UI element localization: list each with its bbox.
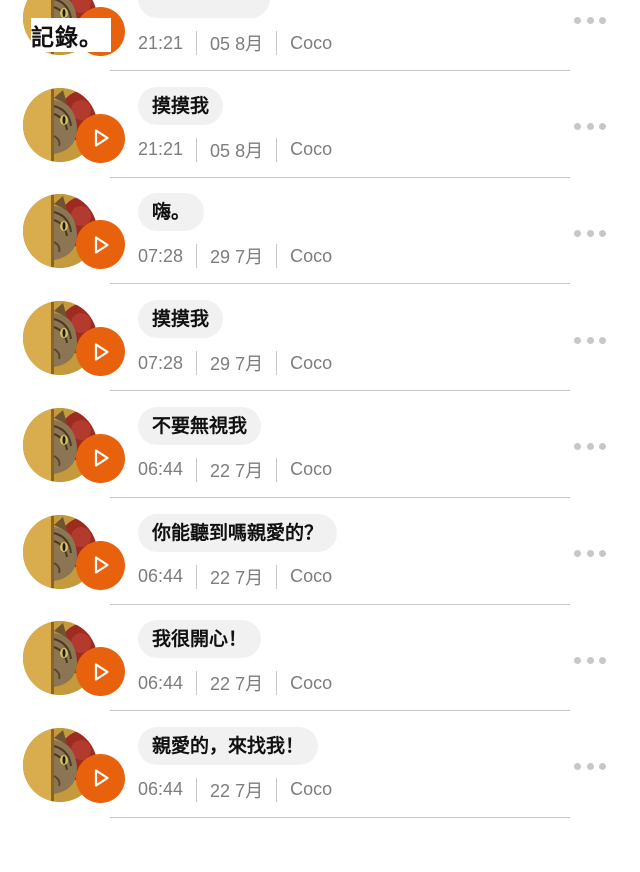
play-icon xyxy=(94,236,109,254)
message-time: 21:21 xyxy=(138,139,184,160)
message-bubble: 我很開心！ xyxy=(138,620,262,659)
message-time: 07:28 xyxy=(138,245,184,266)
meta-divider xyxy=(196,137,198,162)
meta-divider xyxy=(276,457,278,482)
message-date: 29 7月 xyxy=(210,354,264,375)
message-bubble: 不要無視我 xyxy=(138,406,262,445)
message-meta: 07:28 29 7月 Coco xyxy=(138,243,332,269)
more-icon[interactable] xyxy=(574,442,606,452)
play-button[interactable] xyxy=(76,647,125,697)
more-icon[interactable] xyxy=(574,655,606,665)
meta-divider xyxy=(196,671,198,696)
message-sender: Coco xyxy=(290,672,333,693)
more-icon[interactable] xyxy=(574,228,606,238)
more-icon[interactable] xyxy=(574,335,606,345)
message-time: 06:44 xyxy=(138,779,184,800)
meta-divider xyxy=(196,777,198,802)
meta-divider xyxy=(276,564,278,589)
message-meta: 06:44 22 7月 Coco xyxy=(138,777,332,803)
more-icon[interactable] xyxy=(574,549,606,559)
meta-divider xyxy=(196,31,198,55)
message-sender: Coco xyxy=(290,459,333,480)
list-item[interactable]: 我很開心！ 06:44 22 7月 Coco xyxy=(0,593,640,712)
message-date: 22 7月 xyxy=(210,567,264,588)
meta-divider xyxy=(276,777,278,802)
message-sender: Coco xyxy=(290,779,333,800)
more-icon[interactable] xyxy=(574,15,606,25)
meta-divider xyxy=(196,351,198,376)
page-title: 記錄。 xyxy=(31,18,111,52)
play-button[interactable] xyxy=(76,540,125,590)
message-time: 06:44 xyxy=(138,672,184,693)
play-button[interactable] xyxy=(76,433,125,483)
meta-divider xyxy=(196,244,198,269)
list-item[interactable]: 摸摸我 07:28 29 7月 Coco xyxy=(0,273,640,392)
play-icon xyxy=(94,663,109,681)
message-time: 06:44 xyxy=(138,566,184,586)
more-icon[interactable] xyxy=(574,762,606,772)
row-divider xyxy=(110,816,570,818)
play-button[interactable] xyxy=(76,753,125,803)
message-bubble xyxy=(138,0,270,18)
message-bubble: 摸摸我 xyxy=(138,86,224,125)
message-bubble: 你能聽到嗎親愛的？ xyxy=(138,513,338,552)
message-date: 29 7月 xyxy=(210,247,264,268)
play-button[interactable] xyxy=(76,327,125,377)
message-list: 記錄。 21:21 05 8月 Coco 摸摸我 21:21 05 8月 Coc… xyxy=(0,0,640,872)
meta-divider xyxy=(196,457,198,482)
message-sender: Coco xyxy=(290,139,333,160)
message-time: 06:44 xyxy=(138,459,184,480)
play-button[interactable] xyxy=(76,113,125,163)
message-date: 22 7月 xyxy=(210,460,264,481)
more-icon[interactable] xyxy=(574,122,606,132)
meta-divider xyxy=(276,137,278,162)
message-meta: 06:44 22 7月 Coco xyxy=(138,564,332,590)
list-item[interactable]: 嗨。 07:28 29 7月 Coco xyxy=(0,166,640,285)
message-date: 22 7月 xyxy=(210,674,264,695)
message-date: 05 8月 xyxy=(210,34,264,54)
message-sender: Coco xyxy=(290,245,333,266)
message-bubble: 嗨。 xyxy=(138,193,205,232)
play-icon xyxy=(94,129,109,147)
list-item[interactable]: 親愛的，來找我！ 06:44 22 7月 Coco xyxy=(0,700,640,818)
play-icon xyxy=(94,556,109,574)
message-bubble: 親愛的，來找我！ xyxy=(138,726,319,765)
meta-divider xyxy=(276,31,278,55)
meta-divider xyxy=(276,671,278,696)
message-sender: Coco xyxy=(290,566,333,586)
message-meta: 21:21 05 8月 Coco xyxy=(138,30,332,56)
meta-divider xyxy=(196,564,198,589)
message-bubble: 摸摸我 xyxy=(138,300,224,339)
message-meta: 06:44 22 7月 Coco xyxy=(138,457,332,483)
message-sender: Coco xyxy=(290,32,333,53)
play-icon xyxy=(94,342,109,361)
message-date: 05 8月 xyxy=(210,140,264,161)
message-date: 22 7月 xyxy=(210,780,264,801)
play-button[interactable] xyxy=(76,220,125,270)
message-meta: 07:28 29 7月 Coco xyxy=(138,350,332,376)
meta-divider xyxy=(276,351,278,376)
message-sender: Coco xyxy=(290,352,333,373)
meta-divider xyxy=(276,244,278,269)
play-icon xyxy=(94,449,109,467)
play-icon xyxy=(94,769,109,787)
list-item[interactable]: 摸摸我 21:21 05 8月 Coco xyxy=(0,60,640,178)
list-item[interactable]: 不要無視我 06:44 22 7月 Coco xyxy=(0,380,640,498)
list-item[interactable]: 你能聽到嗎親愛的？ 06:44 22 7月 Coco xyxy=(0,487,640,605)
message-time: 21:21 xyxy=(138,32,184,53)
message-meta: 21:21 05 8月 Coco xyxy=(138,137,332,163)
message-meta: 06:44 22 7月 Coco xyxy=(138,670,332,696)
message-time: 07:28 xyxy=(138,352,184,373)
